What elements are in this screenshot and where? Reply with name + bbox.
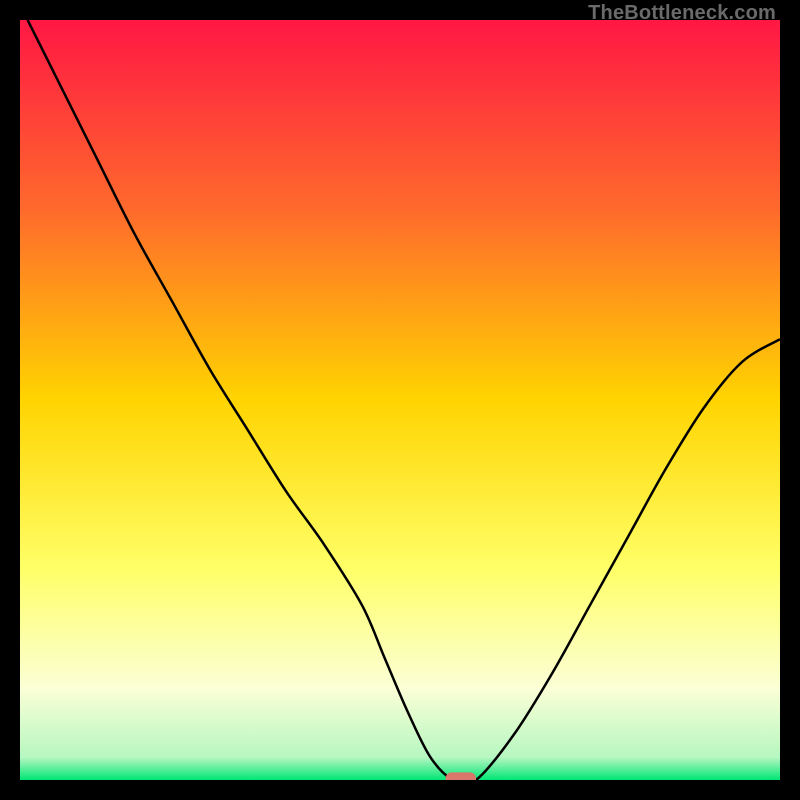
plot-area: [20, 20, 780, 780]
chart-background: [20, 20, 780, 780]
chart-frame: TheBottleneck.com: [0, 0, 800, 800]
chart-svg: [20, 20, 780, 780]
optimal-marker: [446, 772, 476, 780]
